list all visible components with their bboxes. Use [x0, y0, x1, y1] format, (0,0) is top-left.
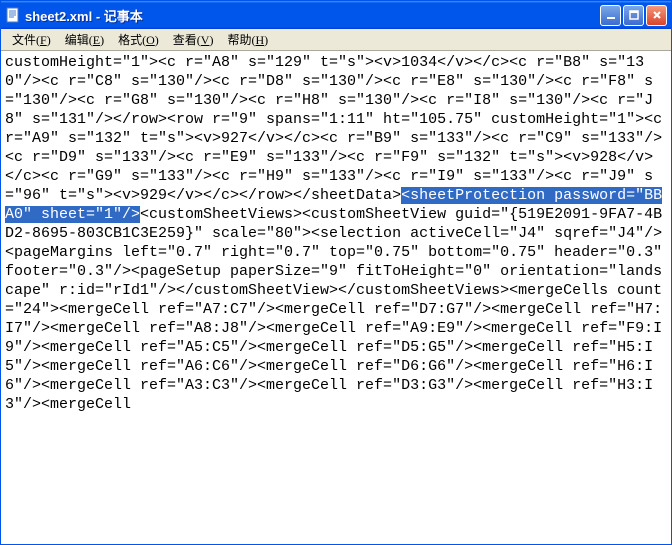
menu-format[interactable]: 格式(O) [111, 29, 166, 50]
menubar: 文件(F) 编辑(E) 格式(O) 查看(V) 帮助(H) [1, 29, 671, 51]
menu-file[interactable]: 文件(F) [5, 29, 58, 50]
xml-text-after: <customSheetViews><customSheetView guid=… [5, 206, 671, 413]
minimize-button[interactable] [600, 5, 621, 26]
xml-text-before: customHeight="1"><c r="A8" s="129" t="s"… [5, 54, 671, 204]
notepad-window: sheet2.xml - 记事本 文件(F) 编辑(E) 格式(O) 查看(V)… [0, 0, 672, 545]
text-area[interactable]: customHeight="1"><c r="A8" s="129" t="s"… [1, 51, 671, 544]
maximize-button[interactable] [623, 5, 644, 26]
close-button[interactable] [646, 5, 667, 26]
titlebar[interactable]: sheet2.xml - 记事本 [1, 1, 671, 29]
menu-view[interactable]: 查看(V) [166, 29, 221, 50]
menu-help[interactable]: 帮助(H) [220, 29, 275, 50]
notepad-icon [5, 7, 21, 23]
window-title: sheet2.xml - 记事本 [25, 6, 600, 25]
window-controls [600, 5, 667, 26]
menu-edit[interactable]: 编辑(E) [58, 29, 111, 50]
